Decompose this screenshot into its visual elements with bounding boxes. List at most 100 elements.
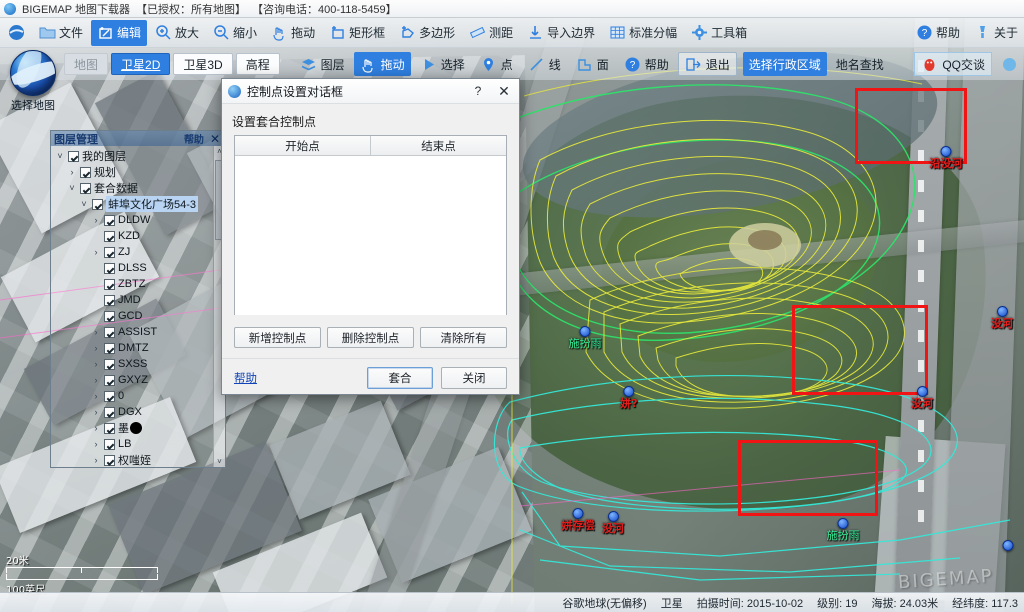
layer-row[interactable]: › 墨 (53, 420, 225, 436)
apply-fit-button[interactable]: 套合 (367, 367, 433, 389)
toolbar-item-zoom-out[interactable]: 缩小 (207, 20, 263, 46)
layer-checkbox[interactable] (104, 246, 115, 258)
layer-checkbox[interactable] (104, 406, 115, 418)
layer-checkbox[interactable] (104, 342, 115, 354)
layer-checkbox[interactable] (104, 358, 115, 370)
layer-row[interactable]: ˅ 我的图层 (53, 148, 225, 164)
layer-checkbox[interactable] (80, 166, 91, 178)
map-marker[interactable]: 没河 (911, 386, 933, 410)
toolbar-item-rectangle[interactable]: 矩形框 (323, 20, 391, 46)
layer-checkbox[interactable] (104, 390, 115, 402)
chevron-right-icon[interactable]: › (91, 439, 101, 449)
view-tool-help[interactable]: ? 帮助 (618, 52, 675, 76)
layer-row[interactable]: › LB (53, 436, 225, 452)
chevron-right-icon[interactable]: › (91, 455, 101, 465)
control-point-table[interactable]: 开始点 结束点 (234, 135, 507, 315)
map-marker[interactable]: 施扮雨 (569, 326, 602, 350)
view-mode-satellite2d-button[interactable]: 卫星2D (111, 53, 171, 75)
chevron-right-icon[interactable]: › (91, 247, 101, 257)
qq-chat-button[interactable]: QQ交谈 (914, 52, 992, 76)
view-tool-pan[interactable]: 拖动 (353, 52, 411, 76)
secondary-chat-button[interactable] (995, 52, 1024, 76)
map-marker[interactable]: 施扮雨 (827, 518, 860, 542)
layer-row[interactable]: › ASSIST (53, 324, 225, 340)
control-point-settings-dialog[interactable]: 控制点设置对话框 ? ✕ 设置套合控制点 开始点 结束点 新增控制点 删除控制点… (221, 78, 520, 395)
toolbar-item-standard-sheet[interactable]: 标准分幅 (603, 20, 683, 46)
chevron-right-icon[interactable]: › (91, 327, 101, 337)
table-body-empty[interactable] (235, 156, 506, 315)
view-tool-polygon[interactable]: 面 (570, 52, 615, 76)
table-header-start-point[interactable]: 开始点 (235, 136, 371, 156)
delete-control-point-button[interactable]: 删除控制点 (327, 327, 414, 348)
close-button[interactable]: 关闭 (441, 367, 507, 389)
layer-checkbox[interactable] (104, 294, 115, 306)
view-tool-layers[interactable]: 图层 (294, 52, 351, 76)
view-mode-map-button[interactable]: 地图 (64, 53, 109, 75)
layer-checkbox[interactable] (68, 150, 79, 162)
region-select-button[interactable]: 选择行政区域 (742, 52, 827, 76)
toolbar-item-toolbox[interactable]: 工具箱 (685, 20, 753, 46)
view-tool-point[interactable]: 点 (474, 52, 519, 76)
chevron-right-icon[interactable]: › (91, 423, 101, 433)
layer-manager-panel[interactable]: 图层管理 帮助 ✕ ˅ 我的图层 › 规划 ˅ 套合数据 ˅ 蚌埠文化广场54-… (50, 130, 226, 468)
toolbar-item-polygon[interactable]: 多边形 (393, 20, 461, 46)
view-tool-line[interactable]: 线 (522, 52, 567, 76)
layer-checkbox[interactable] (104, 230, 115, 242)
layer-checkbox[interactable] (104, 278, 115, 290)
layer-row[interactable]: GCD (53, 308, 225, 324)
layer-tree-body[interactable]: ˅ 我的图层 › 规划 ˅ 套合数据 ˅ 蚌埠文化广场54-3 › DLDW K… (51, 146, 225, 467)
chevron-down-icon[interactable]: ˅ (67, 183, 77, 193)
map-marker[interactable] (1002, 540, 1014, 552)
toolbar-item-help[interactable]: ? 帮助 (910, 20, 966, 46)
layer-row[interactable]: › ZJ (53, 244, 225, 260)
layer-row[interactable]: ˅ 套合数据 (53, 180, 225, 196)
chevron-right-icon[interactable]: › (91, 343, 101, 353)
toolbar-item-about[interactable]: 关于 (968, 20, 1024, 46)
layer-checkbox[interactable] (104, 454, 115, 466)
view-mode-satellite3d-button[interactable]: 卫星3D (173, 53, 233, 75)
view-tool-exit[interactable]: 退出 (677, 52, 737, 76)
toolbar-item-edit[interactable]: 编辑 (91, 19, 148, 46)
map-marker[interactable]: 姘? (620, 386, 638, 410)
chevron-right-icon[interactable]: › (67, 167, 77, 177)
chevron-right-icon[interactable]: › (91, 215, 101, 225)
placename-search-button[interactable]: 地名查找 (830, 52, 890, 76)
layer-row[interactable]: ZBTZ (53, 276, 225, 292)
map-marker[interactable]: 没河 (991, 306, 1013, 330)
map-source-select-button[interactable]: 选择地图 (6, 50, 60, 112)
dialog-help-icon[interactable]: ? (469, 84, 487, 98)
layer-row[interactable]: JMD (53, 292, 225, 308)
view-mode-elevation-button[interactable]: 高程 (235, 53, 280, 75)
layer-row[interactable]: › DGX (53, 404, 225, 420)
layer-row[interactable]: › GXYZ (53, 372, 225, 388)
chevron-down-icon[interactable]: ˅ (217, 457, 222, 466)
layer-checkbox[interactable] (104, 438, 115, 450)
table-header-end-point[interactable]: 结束点 (371, 136, 506, 156)
chevron-down-icon[interactable]: ˅ (55, 151, 65, 161)
toolbar-item-pan[interactable]: 拖动 (265, 20, 321, 46)
chevron-right-icon[interactable]: › (91, 375, 101, 385)
dialog-help-link[interactable]: 帮助 (234, 370, 257, 386)
layer-checkbox[interactable] (104, 326, 115, 338)
toolbar-item-import-boundary[interactable]: 导入边界 (521, 20, 601, 46)
toolbar-item-zoom-in[interactable]: 放大 (149, 20, 205, 46)
layer-row[interactable]: KZD (53, 228, 225, 244)
map-marker[interactable]: 姘存偿 (562, 508, 595, 532)
layer-checkbox[interactable] (104, 422, 115, 434)
layer-row[interactable]: DLSS (53, 260, 225, 276)
layer-row[interactable]: › DMTZ (53, 340, 225, 356)
layer-checkbox[interactable] (80, 182, 91, 194)
layer-checkbox[interactable] (104, 310, 115, 322)
chevron-right-icon[interactable]: › (91, 407, 101, 417)
layer-panel-help-link[interactable]: 帮助 (184, 131, 204, 146)
layer-row[interactable]: › 权嗤姪 (53, 452, 225, 467)
chevron-down-icon[interactable]: ˅ (79, 199, 89, 209)
layer-row[interactable]: › 0 (53, 388, 225, 404)
layer-row[interactable]: › SXSS (53, 356, 225, 372)
close-icon[interactable]: ✕ (208, 132, 222, 146)
chevron-right-icon[interactable]: › (91, 391, 101, 401)
map-marker[interactable]: 沿没河 (930, 146, 963, 170)
chevron-right-icon[interactable]: › (91, 359, 101, 369)
clear-all-button[interactable]: 清除所有 (420, 327, 507, 348)
layer-checkbox[interactable] (104, 374, 115, 386)
